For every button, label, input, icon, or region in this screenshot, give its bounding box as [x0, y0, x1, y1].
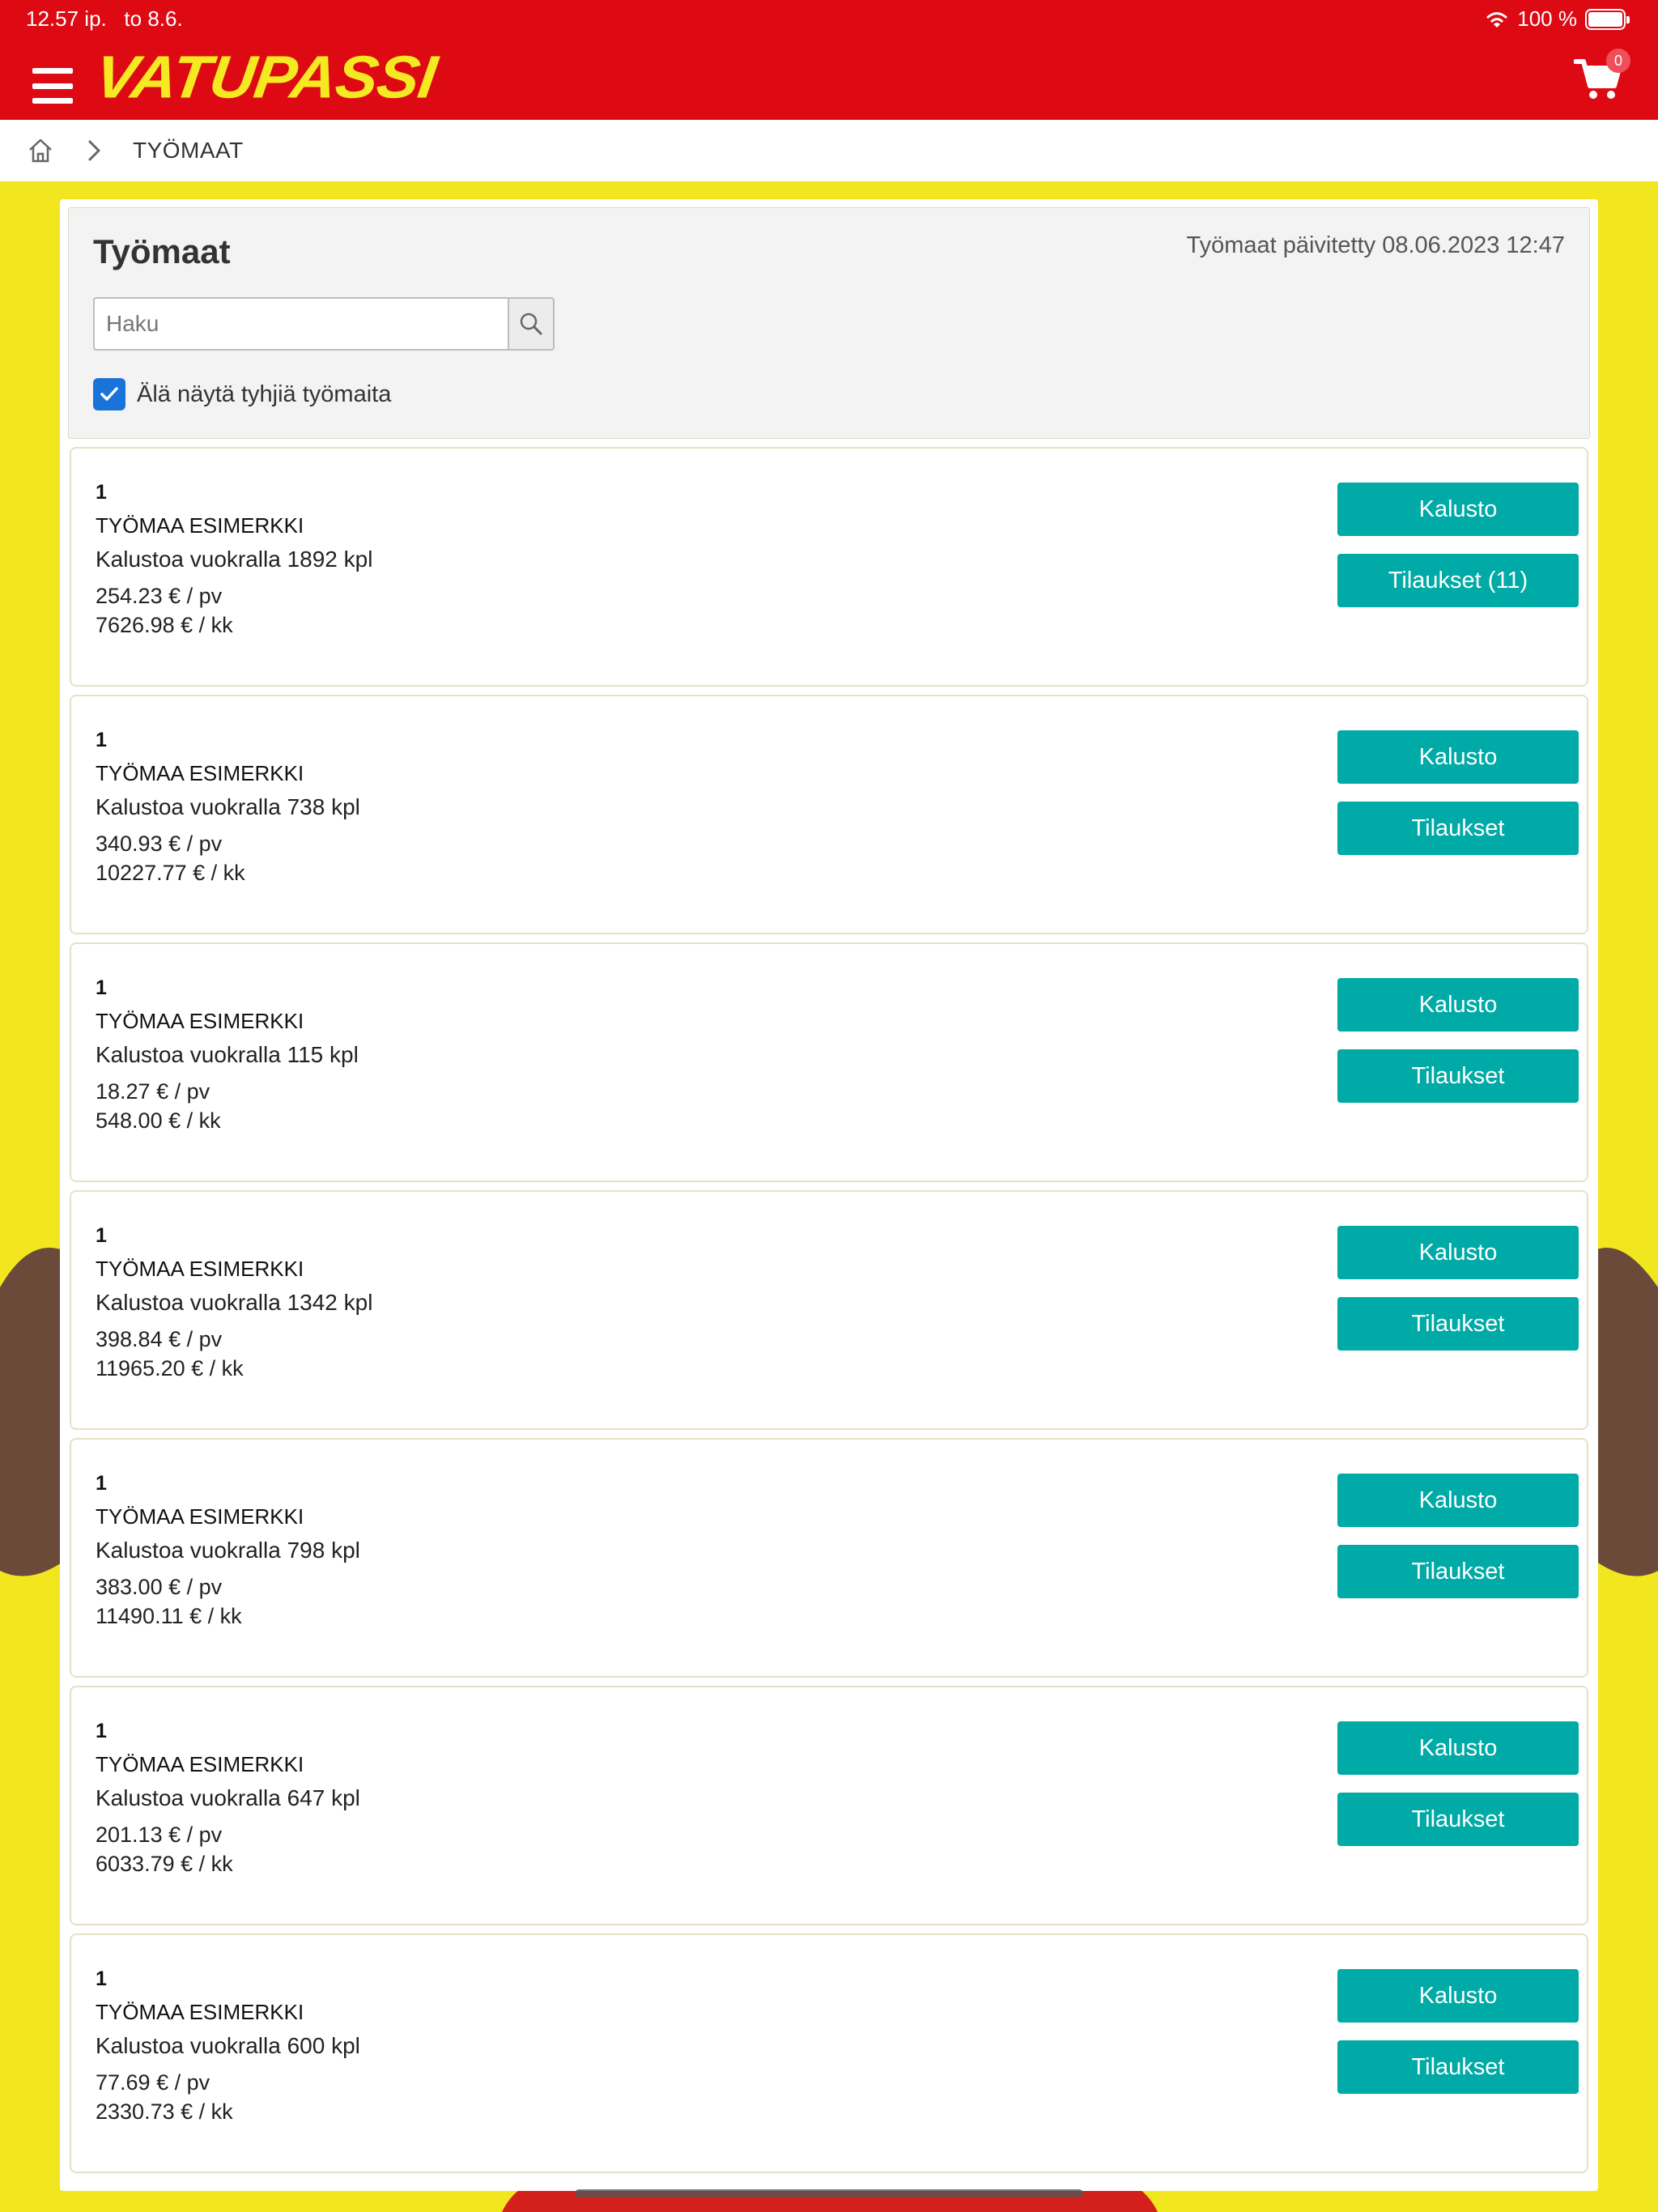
status-bar: 12.57 ip. to 8.6. 100 % — [0, 0, 1658, 39]
site-name: TYÖMAA ESIMERKKI — [96, 2000, 304, 2024]
price-per-month: 10227.77 € / kk — [96, 861, 245, 885]
rented-equipment-count: Kalustoa vuokralla 1892 kpl — [96, 547, 373, 572]
site-number: 1 — [96, 1472, 107, 1495]
price-per-day: 201.13 € / pv — [96, 1823, 223, 1847]
rented-equipment-count: Kalustoa vuokralla 1342 kpl — [96, 1290, 373, 1315]
hide-empty-sites-label[interactable]: Älä näytä tyhjiä työmaita — [137, 381, 391, 408]
equipment-button[interactable]: Kalusto — [1337, 483, 1579, 536]
breadcrumb-current: TYÖMAAT — [133, 138, 244, 163]
wifi-icon — [1486, 11, 1508, 28]
orders-button[interactable]: Tilaukset (11) — [1337, 554, 1579, 607]
site-card: 1 TYÖMAA ESIMERKKI Kalustoa vuokralla 79… — [70, 1438, 1588, 1678]
price-per-month: 548.00 € / kk — [96, 1108, 221, 1133]
orders-button[interactable]: Tilaukset — [1337, 1545, 1579, 1598]
cart-button[interactable]: 0 — [1573, 49, 1630, 102]
site-card: 1 TYÖMAA ESIMERKKI Kalustoa vuokralla 64… — [70, 1686, 1588, 1925]
rented-equipment-count: Kalustoa vuokralla 647 kpl — [96, 1785, 360, 1810]
orders-button[interactable]: Tilaukset — [1337, 2040, 1579, 2094]
search-icon — [520, 313, 542, 335]
battery-percent: 100 % — [1517, 6, 1577, 31]
page-title: Työmaat — [93, 232, 231, 270]
price-per-day: 383.00 € / pv — [96, 1575, 223, 1599]
orders-button[interactable]: Tilaukset — [1337, 1049, 1579, 1103]
main-content: Työmaat Työmaat päivitetty 08.06.2023 12… — [60, 199, 1598, 2191]
equipment-button[interactable]: Kalusto — [1337, 1226, 1579, 1279]
site-number: 1 — [96, 729, 107, 751]
updated-timestamp: Työmaat päivitetty 08.06.2023 12:47 — [1186, 232, 1565, 258]
site-number: 1 — [96, 1967, 107, 1990]
site-card: 1 TYÖMAA ESIMERKKI Kalustoa vuokralla 13… — [70, 1190, 1588, 1430]
site-number: 1 — [96, 481, 107, 504]
breadcrumb: TYÖMAAT — [0, 120, 1658, 181]
site-name: TYÖMAA ESIMERKKI — [96, 1009, 304, 1033]
equipment-button[interactable]: Kalusto — [1337, 1474, 1579, 1527]
price-per-day: 398.84 € / pv — [96, 1327, 223, 1351]
site-number: 1 — [96, 1224, 107, 1247]
status-indicators: 100 % — [1485, 6, 1630, 32]
equipment-button[interactable]: Kalusto — [1337, 1969, 1579, 2023]
site-list: 1 TYÖMAA ESIMERKKI Kalustoa vuokralla 18… — [70, 447, 1588, 2181]
app-header: 12.57 ip. to 8.6. 100 % VATUPASSI 0 — [0, 0, 1658, 120]
price-per-day: 254.23 € / pv — [96, 584, 223, 608]
site-card: 1 TYÖMAA ESIMERKKI Kalustoa vuokralla 60… — [70, 1933, 1588, 2173]
price-per-day: 18.27 € / pv — [96, 1079, 210, 1104]
equipment-button[interactable]: Kalusto — [1337, 1721, 1579, 1775]
home-icon[interactable] — [26, 136, 55, 165]
filter-panel: Työmaat Työmaat päivitetty 08.06.2023 12… — [68, 207, 1590, 439]
price-per-month: 11965.20 € / kk — [96, 1356, 244, 1380]
search-button[interactable] — [508, 297, 555, 351]
menu-button[interactable] — [32, 68, 73, 104]
battery-icon — [1585, 8, 1630, 30]
site-name: TYÖMAA ESIMERKKI — [96, 1752, 304, 1776]
price-per-month: 11490.11 € / kk — [96, 1604, 242, 1628]
cart-count-badge: 0 — [1606, 49, 1630, 73]
search-box — [93, 297, 555, 351]
site-card: 1 TYÖMAA ESIMERKKI Kalustoa vuokralla 11… — [70, 942, 1588, 1182]
checkmark-icon — [100, 387, 118, 401]
home-indicator[interactable] — [575, 2189, 1083, 2197]
hide-empty-sites-checkbox[interactable] — [93, 378, 125, 410]
site-name: TYÖMAA ESIMERKKI — [96, 1257, 304, 1281]
site-name: TYÖMAA ESIMERKKI — [96, 1504, 304, 1529]
price-per-month: 6033.79 € / kk — [96, 1852, 233, 1876]
orders-button[interactable]: Tilaukset — [1337, 1793, 1579, 1846]
chevron-right-icon — [88, 140, 100, 161]
site-name: TYÖMAA ESIMERKKI — [96, 761, 304, 785]
site-name: TYÖMAA ESIMERKKI — [96, 513, 304, 538]
equipment-button[interactable]: Kalusto — [1337, 978, 1579, 1032]
site-number: 1 — [96, 976, 107, 999]
orders-button[interactable]: Tilaukset — [1337, 802, 1579, 855]
price-per-month: 2330.73 € / kk — [96, 2099, 233, 2124]
rented-equipment-count: Kalustoa vuokralla 115 kpl — [96, 1042, 359, 1067]
hide-empty-sites-option: Älä näytä tyhjiä työmaita — [93, 378, 391, 410]
orders-button[interactable]: Tilaukset — [1337, 1297, 1579, 1351]
search-input[interactable] — [93, 297, 508, 351]
status-time: 12.57 ip. to 8.6. — [26, 6, 183, 31]
price-per-day: 77.69 € / pv — [96, 2070, 210, 2095]
vatupassi-logo[interactable]: VATUPASSI — [91, 43, 440, 111]
site-card: 1 TYÖMAA ESIMERKKI Kalustoa vuokralla 73… — [70, 695, 1588, 934]
site-number: 1 — [96, 1720, 107, 1742]
site-card: 1 TYÖMAA ESIMERKKI Kalustoa vuokralla 18… — [70, 447, 1588, 687]
price-per-month: 7626.98 € / kk — [96, 613, 233, 637]
rented-equipment-count: Kalustoa vuokralla 600 kpl — [96, 2033, 360, 2058]
price-per-day: 340.93 € / pv — [96, 832, 223, 856]
equipment-button[interactable]: Kalusto — [1337, 730, 1579, 784]
rented-equipment-count: Kalustoa vuokralla 738 kpl — [96, 794, 360, 819]
rented-equipment-count: Kalustoa vuokralla 798 kpl — [96, 1538, 360, 1563]
